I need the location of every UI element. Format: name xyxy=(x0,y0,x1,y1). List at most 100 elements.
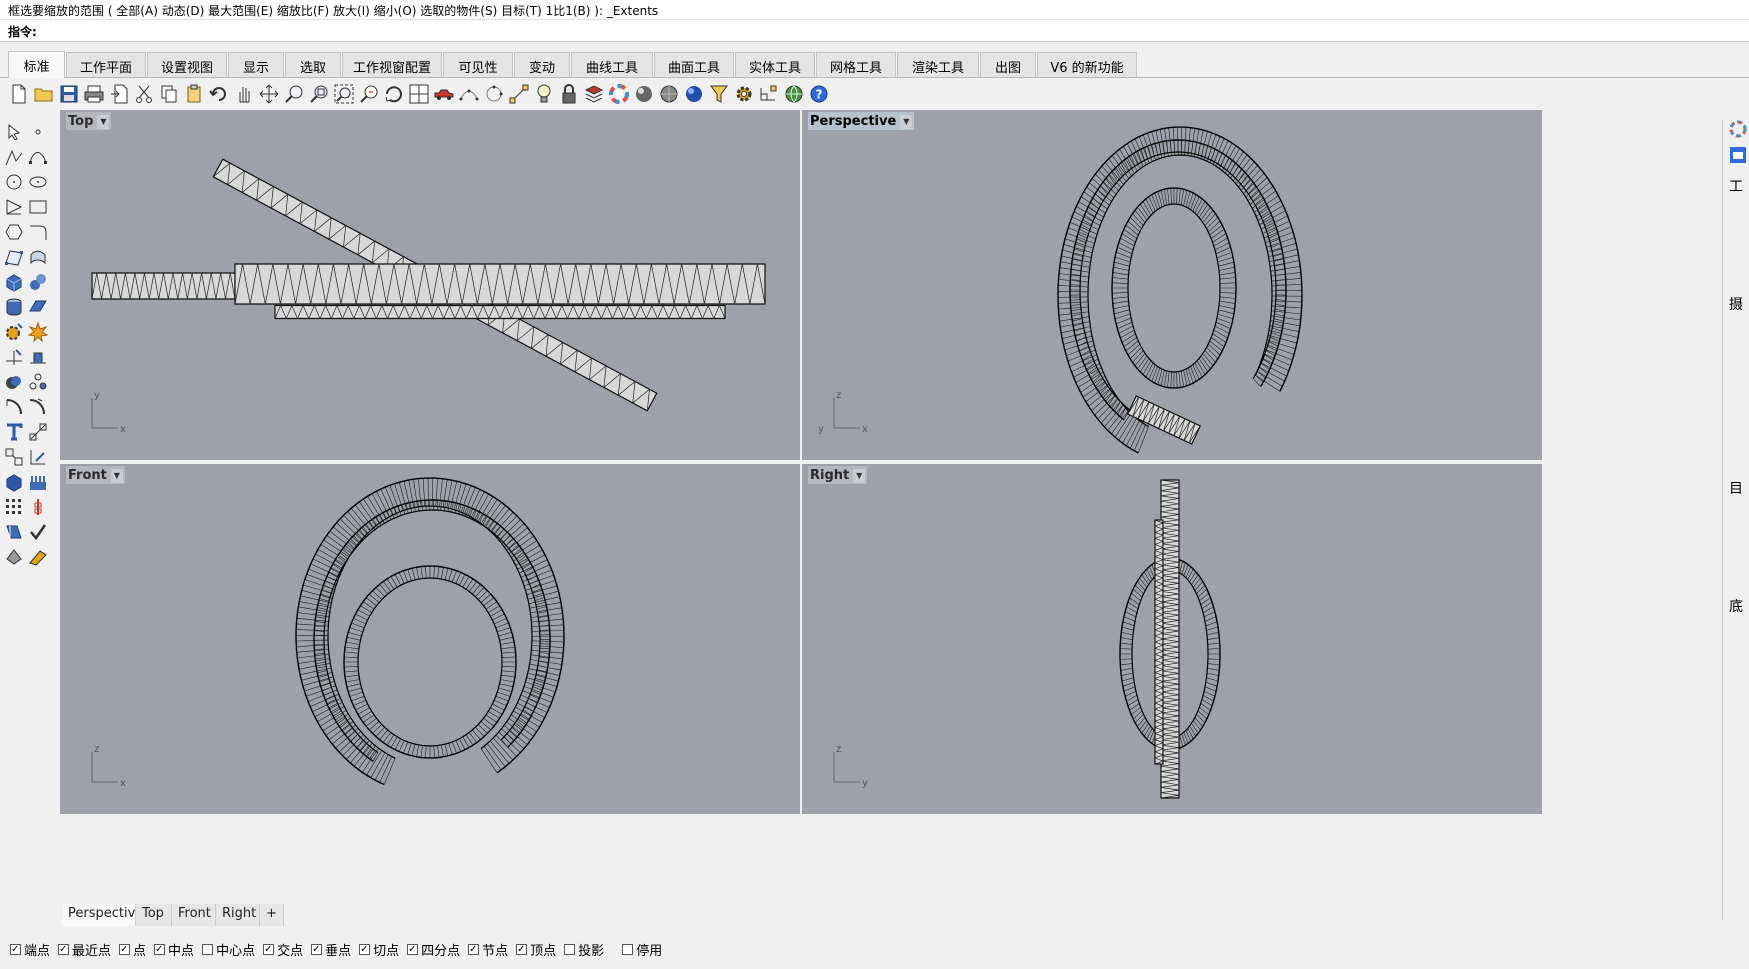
import-icon[interactable] xyxy=(108,83,130,105)
shaded-sphere-icon[interactable] xyxy=(633,83,655,105)
tab-curve-tools[interactable]: 曲线工具 xyxy=(571,52,653,77)
tab-render-tools[interactable]: 渲染工具 xyxy=(897,52,979,77)
tab-visibility[interactable]: 可见性 xyxy=(443,52,513,77)
edit-points-icon[interactable] xyxy=(483,83,505,105)
solid-box-icon[interactable] xyxy=(2,470,26,494)
viewport-perspective[interactable]: z x y Perspective ▼ xyxy=(802,110,1542,460)
pan-hand-icon[interactable] xyxy=(233,83,255,105)
tab-standard[interactable]: 标准 xyxy=(8,51,65,78)
osnap-checkbox[interactable] xyxy=(58,943,70,955)
tab-new-in-v6[interactable]: V6 的新功能 xyxy=(1037,52,1137,77)
rotate-view-icon[interactable] xyxy=(383,83,405,105)
right-panel-label-2[interactable]: 摄 xyxy=(1729,294,1743,314)
tab-cplanes[interactable]: 工作平面 xyxy=(66,52,146,77)
osnap-checkbox[interactable] xyxy=(119,943,131,955)
rectangle-icon[interactable] xyxy=(26,195,50,219)
surface-corner-points-icon[interactable] xyxy=(2,245,26,269)
trim-icon[interactable] xyxy=(2,345,26,369)
planar-surface-icon[interactable] xyxy=(26,295,50,319)
arc-icon[interactable] xyxy=(2,195,26,219)
camera-panel-icon[interactable] xyxy=(1729,146,1747,168)
point-icon[interactable] xyxy=(26,120,50,144)
osnap-item[interactable]: 最近点 xyxy=(58,940,111,959)
analyze-icon[interactable] xyxy=(2,520,26,544)
osnap-item[interactable]: 停用 xyxy=(622,940,662,959)
tab-display[interactable]: 显示 xyxy=(228,52,284,77)
ellipse-icon[interactable] xyxy=(26,170,50,194)
zoom-dynamic-icon[interactable] xyxy=(283,83,305,105)
osnap-checkbox[interactable] xyxy=(359,943,371,955)
block-icon[interactable] xyxy=(2,445,26,469)
osnap-checkbox[interactable] xyxy=(10,943,21,955)
osnap-item[interactable]: 顶点 xyxy=(516,940,556,959)
viewport-tab-right[interactable]: Right xyxy=(216,904,260,926)
paste-icon[interactable] xyxy=(183,83,205,105)
boolean-union-icon[interactable] xyxy=(2,370,26,394)
tab-solid-tools[interactable]: 实体工具 xyxy=(735,52,815,77)
cylinder-icon[interactable] xyxy=(2,295,26,319)
filter-icon[interactable] xyxy=(708,83,730,105)
osnap-item[interactable]: 投影 xyxy=(564,940,604,959)
osnap-checkbox[interactable] xyxy=(311,943,323,955)
render-tools-icon[interactable] xyxy=(26,545,50,569)
dimension-icon[interactable] xyxy=(758,83,780,105)
extrude-curve-icon[interactable] xyxy=(26,245,50,269)
help-icon[interactable]: ? xyxy=(808,83,830,105)
sphere-icon[interactable] xyxy=(26,270,50,294)
grid-array-icon[interactable] xyxy=(2,495,26,519)
text-icon[interactable] xyxy=(2,420,26,444)
array-icon[interactable] xyxy=(26,470,50,494)
tab-viewport-layout[interactable]: 工作视窗配置 xyxy=(342,52,442,77)
viewport-right-label[interactable]: Right xyxy=(810,468,849,483)
tab-mesh-tools[interactable]: 网格工具 xyxy=(816,52,896,77)
osnap-checkbox[interactable] xyxy=(516,943,528,955)
zoom-selected-icon[interactable] xyxy=(358,83,380,105)
viewport-top-label[interactable]: Top xyxy=(68,114,93,129)
blend-curve-icon[interactable] xyxy=(26,395,50,419)
osnap-checkbox[interactable] xyxy=(622,943,634,955)
command-prompt[interactable]: 指令: xyxy=(0,20,1749,42)
save-icon[interactable] xyxy=(58,83,80,105)
osnap-item[interactable]: 节点 xyxy=(468,940,508,959)
viewport-front[interactable]: z x Front ▼ xyxy=(60,464,800,814)
transform-icon[interactable] xyxy=(26,445,50,469)
options-gear-icon[interactable] xyxy=(733,83,755,105)
material-sphere-icon[interactable] xyxy=(683,83,705,105)
viewport-tab-top[interactable]: Top xyxy=(136,904,172,926)
color-wheel-icon[interactable] xyxy=(608,83,630,105)
viewport-top-title[interactable]: Top ▼ xyxy=(66,112,112,130)
chevron-down-icon[interactable]: ▼ xyxy=(853,468,866,483)
tab-set-view[interactable]: 设置视图 xyxy=(147,52,227,77)
osnap-item[interactable]: 中点 xyxy=(154,940,194,959)
osnap-checkbox[interactable] xyxy=(154,943,166,955)
points-on-icon[interactable] xyxy=(458,83,480,105)
viewport-right-title[interactable]: Right ▼ xyxy=(808,466,868,484)
copy-icon[interactable] xyxy=(158,83,180,105)
tab-surface-tools[interactable]: 曲面工具 xyxy=(654,52,734,77)
move-icon[interactable] xyxy=(258,83,280,105)
circle-icon[interactable] xyxy=(2,170,26,194)
check-icon[interactable] xyxy=(26,520,50,544)
curve-control-points-icon[interactable] xyxy=(26,145,50,169)
rendered-sphere-icon[interactable] xyxy=(658,83,680,105)
print-icon[interactable] xyxy=(83,83,105,105)
group-icon[interactable] xyxy=(26,370,50,394)
fillet-edges-icon[interactable] xyxy=(2,395,26,419)
tab-transform[interactable]: 变动 xyxy=(514,52,570,77)
zoom-extents-icon[interactable] xyxy=(333,83,355,105)
polygon-icon[interactable] xyxy=(2,220,26,244)
chevron-down-icon[interactable]: ▼ xyxy=(110,468,123,483)
undo-icon[interactable] xyxy=(208,83,230,105)
tab-drafting[interactable]: 出图 xyxy=(980,52,1036,77)
viewport-perspective-title[interactable]: Perspective ▼ xyxy=(808,112,915,130)
explode-icon[interactable] xyxy=(26,320,50,344)
polyline-icon[interactable] xyxy=(2,145,26,169)
osnap-item[interactable]: 四分点 xyxy=(407,940,460,959)
osnap-checkbox[interactable] xyxy=(564,943,576,955)
osnap-item[interactable]: 端点 xyxy=(10,940,50,959)
viewport-front-label[interactable]: Front xyxy=(68,468,107,483)
new-file-icon[interactable] xyxy=(8,83,30,105)
render-mesh-icon[interactable] xyxy=(2,545,26,569)
viewport-right[interactable]: z y Right ▼ xyxy=(802,464,1542,814)
cut-icon[interactable] xyxy=(133,83,155,105)
